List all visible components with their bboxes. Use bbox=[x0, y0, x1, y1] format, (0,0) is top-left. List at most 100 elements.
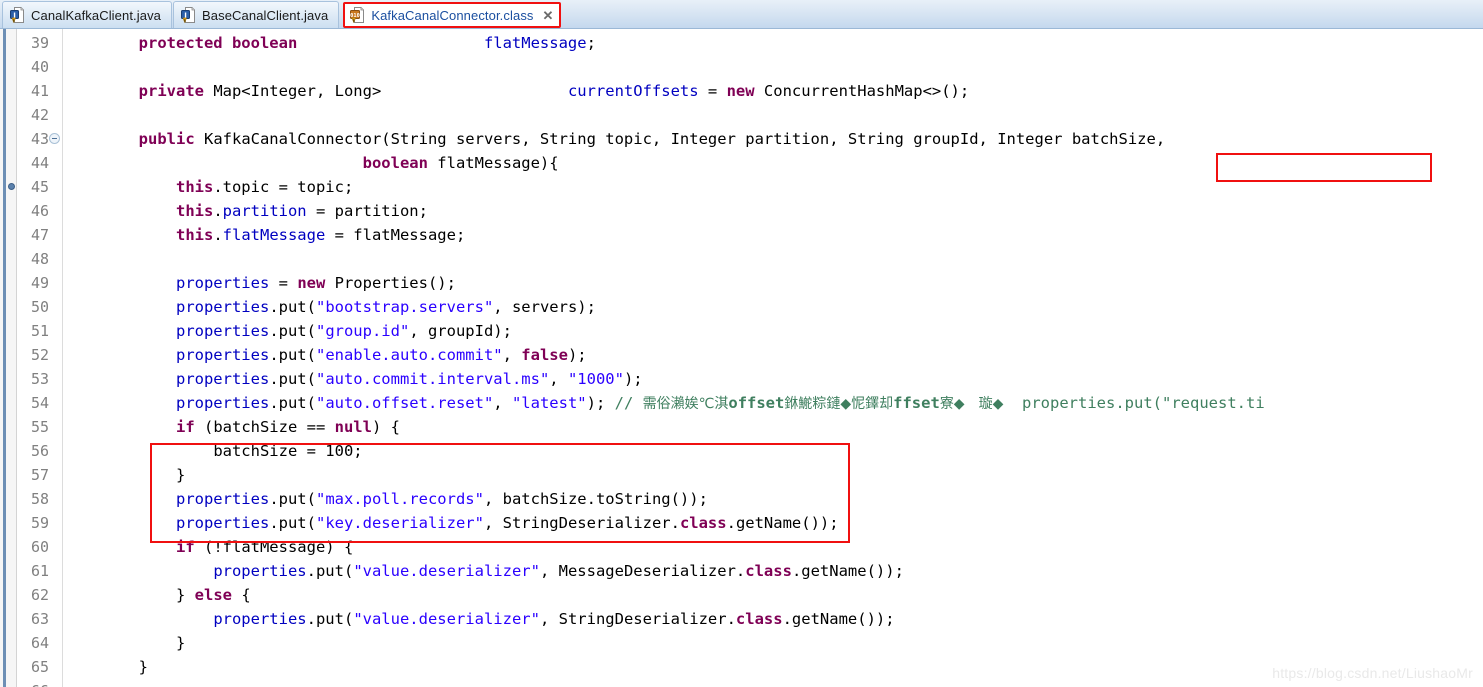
code-token: "group.id" bbox=[315, 322, 410, 340]
line-number: 66 bbox=[9, 679, 49, 687]
watermark: https://blog.csdn.net/LiushaoMr bbox=[1272, 665, 1473, 681]
code-line[interactable]: properties.put("auto.commit.interval.ms"… bbox=[64, 367, 643, 391]
code-line[interactable]: boolean flatMessage){ bbox=[64, 151, 559, 175]
code-token: = partition; bbox=[306, 202, 428, 220]
code-token: } bbox=[138, 658, 148, 676]
code-line[interactable]: properties.put("auto.offset.reset", "lat… bbox=[64, 391, 1265, 415]
code-line[interactable]: properties.put("key.deserializer", Strin… bbox=[64, 511, 839, 535]
line-number: 43 bbox=[30, 130, 49, 148]
code-token: properties bbox=[175, 490, 270, 508]
code-token: class bbox=[679, 514, 727, 532]
code-line[interactable]: this.topic = topic; bbox=[64, 175, 353, 199]
code-token: , batchSize.toString()); bbox=[483, 490, 708, 508]
code-line[interactable]: this.flatMessage = flatMessage; bbox=[64, 223, 465, 247]
code-token: .put( bbox=[269, 298, 316, 316]
editor-tab-label: CanalKafkaClient.java bbox=[31, 7, 162, 23]
code-line[interactable]: this.partition = partition; bbox=[64, 199, 428, 223]
code-token: new bbox=[297, 274, 326, 292]
editor-tab-3[interactable]: 010 KafkaCanalConnector.class ✕ bbox=[343, 2, 562, 28]
code-token: public bbox=[138, 130, 195, 148]
code-token: flatMessage){ bbox=[427, 154, 559, 172]
code-token: 需俗瀨娭℃淇 bbox=[642, 396, 729, 412]
line-number: 65 bbox=[30, 658, 49, 676]
code-line[interactable]: private Map<Integer, Long> currentOffset… bbox=[64, 79, 970, 103]
code-line[interactable]: } else { bbox=[64, 583, 251, 607]
code-token: "latest" bbox=[511, 394, 587, 412]
line-number: 60 bbox=[30, 538, 49, 556]
code-line[interactable]: properties = new Properties(); bbox=[64, 271, 456, 295]
code-token: properties bbox=[175, 322, 270, 340]
code-token: private bbox=[138, 82, 204, 100]
code-token: this bbox=[175, 202, 214, 220]
code-token: "1000" bbox=[567, 370, 624, 388]
code-line[interactable]: if (!flatMessage) { bbox=[64, 535, 353, 559]
code-token: 銝鿳粽鏈◆怩鐸却 bbox=[784, 396, 894, 412]
code-token: "value.deserializer" bbox=[353, 562, 540, 580]
code-token: else bbox=[194, 586, 232, 604]
code-token: Map<Integer, Long> bbox=[203, 82, 382, 100]
code-token: ); bbox=[567, 346, 587, 364]
line-number: 62 bbox=[30, 586, 49, 604]
code-token: .put( bbox=[269, 322, 316, 340]
code-line[interactable]: protected boolean flatMessage; bbox=[64, 31, 596, 55]
code-line[interactable]: properties.put("group.id", groupId); bbox=[64, 319, 512, 343]
annotation-ruler-bar bbox=[3, 29, 6, 687]
code-token: , servers); bbox=[493, 298, 596, 316]
java-file-icon: J bbox=[10, 7, 25, 23]
code-token: properties bbox=[213, 610, 307, 628]
code-token: flatMessage bbox=[222, 226, 326, 244]
code-token: // bbox=[614, 394, 643, 412]
code-token: , bbox=[493, 394, 512, 412]
code-line[interactable]: public KafkaCanalConnector(String server… bbox=[64, 127, 1166, 151]
code-line[interactable]: } bbox=[64, 631, 185, 655]
editor-area: 39 40 41 42 43 44 45 46 47 48 49 50 51 52 53 54 55 56 57 58… bbox=[0, 29, 1483, 687]
tab-close-icon[interactable]: ✕ bbox=[543, 9, 554, 22]
code-token: this bbox=[175, 178, 214, 196]
fold-collapse-icon[interactable] bbox=[49, 133, 60, 144]
code-token: properties bbox=[175, 370, 270, 388]
code-line[interactable]: } bbox=[64, 655, 148, 679]
code-token: , bbox=[549, 370, 568, 388]
code-line[interactable]: properties.put("bootstrap.servers", serv… bbox=[64, 295, 596, 319]
code-line[interactable]: properties.put("value.deserializer", Mes… bbox=[64, 559, 904, 583]
code-token: properties bbox=[175, 274, 270, 292]
code-line[interactable]: if (batchSize == null) { bbox=[64, 415, 400, 439]
code-line[interactable]: properties.put("value.deserializer", Str… bbox=[64, 607, 895, 631]
code-token: protected boolean bbox=[138, 34, 298, 52]
code-token: .getName()); bbox=[782, 610, 895, 628]
java-file-icon: J bbox=[181, 7, 196, 23]
code-line[interactable]: } bbox=[64, 463, 185, 487]
code-line[interactable]: properties.put("enable.auto.commit", fal… bbox=[64, 343, 587, 367]
editor-tab-1[interactable]: J CanalKafkaClient.java bbox=[2, 1, 173, 28]
code-content[interactable]: protected boolean flatMessage; private M… bbox=[64, 29, 1483, 687]
java-file-icon-svg: J bbox=[10, 7, 24, 23]
line-number: 47 bbox=[30, 226, 49, 244]
line-number-gutter: 39 40 41 42 43 44 45 46 47 48 49 50 51 52 53 54 55 56 57 58… bbox=[18, 29, 63, 687]
line-number: 64 bbox=[30, 634, 49, 652]
code-token: .put( bbox=[269, 346, 316, 364]
code-token: batchSize = 100; bbox=[213, 442, 363, 460]
code-token: (batchSize == bbox=[194, 418, 335, 436]
code-token: null bbox=[334, 418, 372, 436]
editor-tab-2[interactable]: J BaseCanalClient.java bbox=[173, 1, 340, 28]
line-number: 50 bbox=[30, 298, 49, 316]
code-token: 寮◆ 璇◆ bbox=[939, 396, 1004, 412]
code-line[interactable]: batchSize = 100; bbox=[64, 439, 363, 463]
code-token: if bbox=[175, 538, 195, 556]
code-token: ConcurrentHashMap<>(); bbox=[754, 82, 970, 100]
code-token: currentOffsets bbox=[567, 82, 699, 100]
code-line[interactable]: properties.put("max.poll.records", batch… bbox=[64, 487, 708, 511]
editor-tab-label: BaseCanalClient.java bbox=[202, 7, 329, 23]
code-token: = flatMessage; bbox=[325, 226, 466, 244]
code-token: .put( bbox=[306, 610, 354, 628]
line-number: 51 bbox=[30, 322, 49, 340]
